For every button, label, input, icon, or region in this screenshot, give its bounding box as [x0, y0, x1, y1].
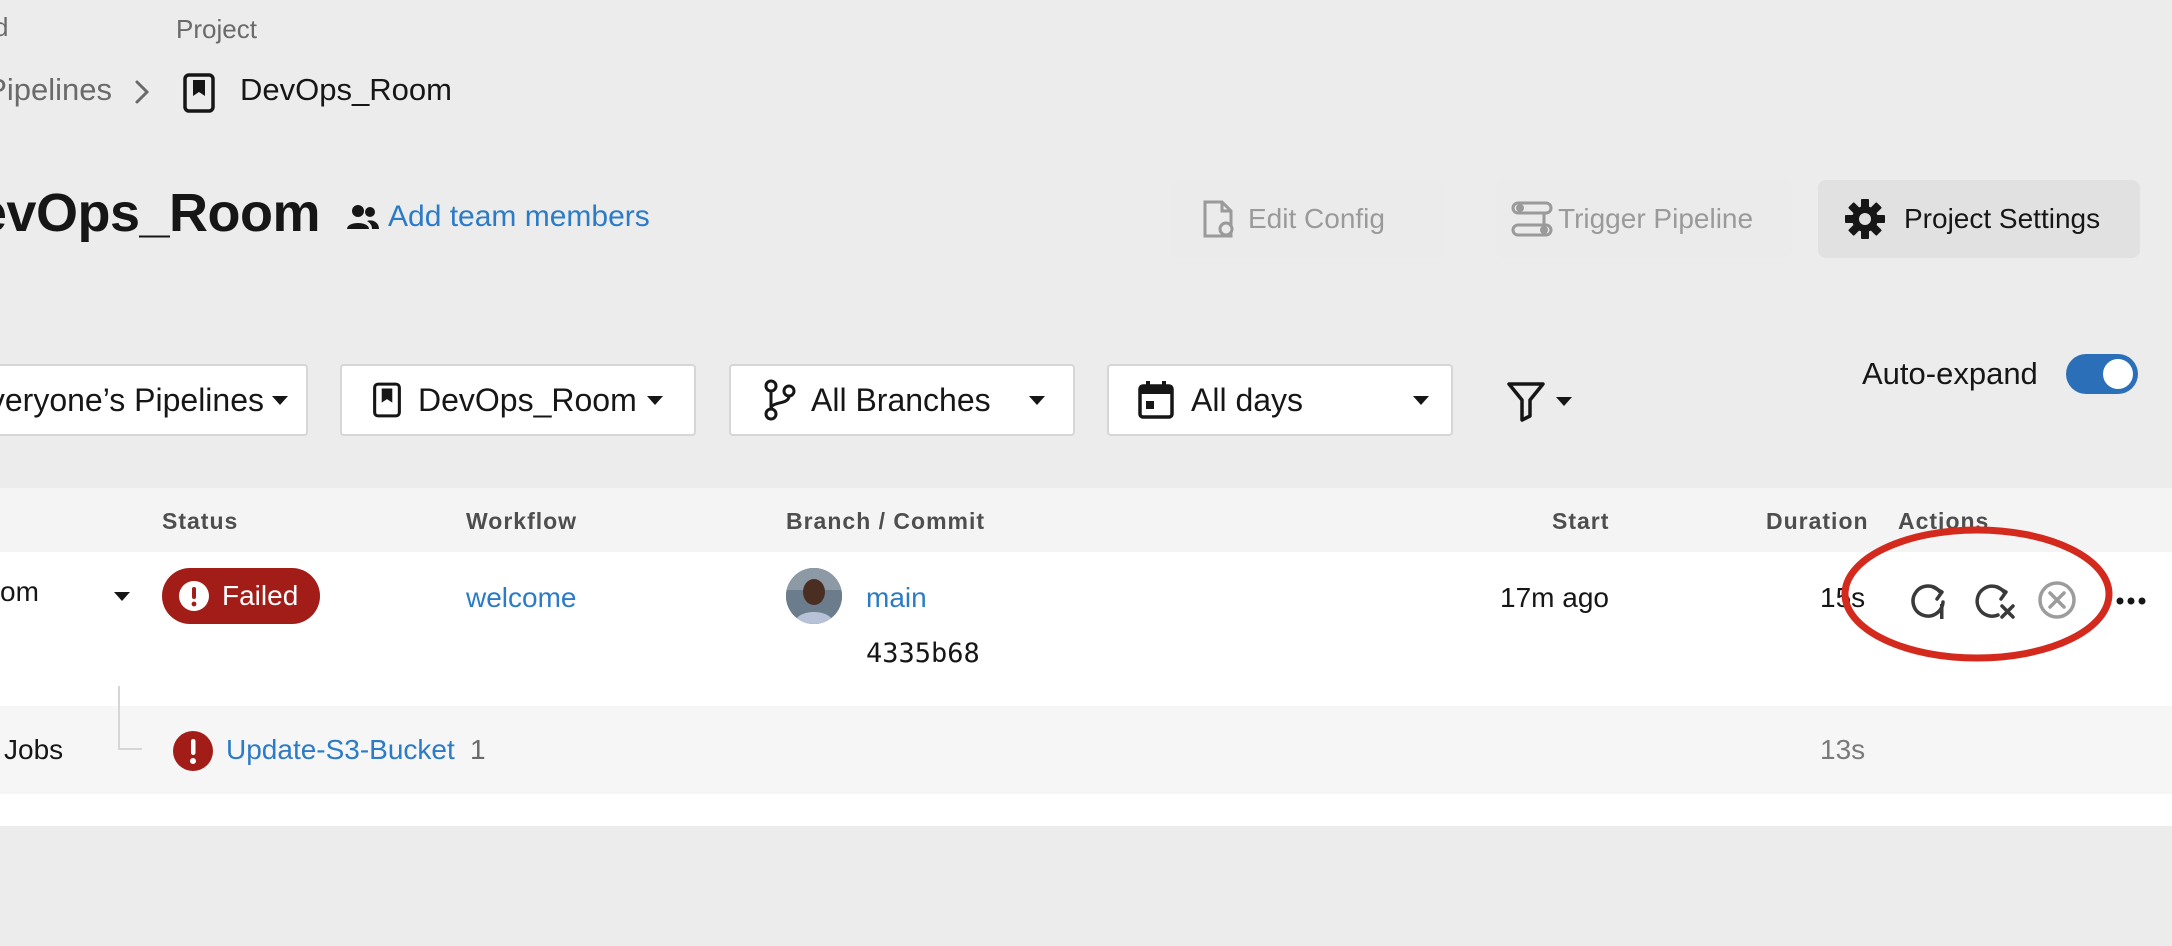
status-badge[interactable]: Failed [162, 568, 321, 624]
avatar [786, 568, 842, 624]
page-title: DevOps_Room [0, 183, 320, 243]
chevron-down-icon [1413, 395, 1430, 405]
advanced-filter-button[interactable] [1500, 370, 1582, 432]
trigger-pipeline-label: Trigger Pipeline [1558, 203, 1754, 234]
breadcrumb-pipelines-link[interactable]: Pipelines [0, 72, 114, 118]
project-filter-value: DevOps_Room [418, 381, 637, 418]
alert-icon [172, 730, 214, 772]
pipelines-filter-dropdown[interactable]: Everyone’s Pipelines [0, 364, 308, 436]
job-duration: 13s [1820, 734, 1866, 765]
alert-icon [178, 580, 210, 612]
commit-hash[interactable]: 4335b68 [866, 638, 980, 669]
breadcrumb-pipelines-text: Pipelines [0, 72, 112, 107]
breadcrumb-org-label: d [0, 12, 9, 42]
project-settings-button[interactable]: Project Settings [1818, 180, 2140, 258]
days-filter-dropdown[interactable]: All days [1107, 364, 1453, 436]
tree-connector [118, 686, 142, 750]
branch-icon [763, 379, 797, 421]
add-team-members-label: Add team members [388, 200, 650, 233]
auto-expand-toggle[interactable] [2066, 354, 2138, 394]
breadcrumb-project-label: Project [176, 14, 257, 44]
chevron-down-icon [646, 395, 663, 405]
workflow-link[interactable]: welcome [466, 582, 576, 614]
pipelines-filter-value: Everyone’s Pipelines [0, 381, 264, 418]
job-number: 1 [470, 734, 486, 765]
people-icon [346, 203, 380, 231]
filter-icon [1506, 380, 1546, 422]
project-filter-dropdown[interactable]: DevOps_Room [340, 364, 696, 436]
branch-link[interactable]: main [866, 582, 927, 614]
page-title-wrap: DevOps_Room [0, 182, 324, 252]
gear-icon [1844, 198, 1886, 240]
highlight-ring [1838, 522, 2116, 666]
status-label: Failed [222, 580, 299, 611]
header-status: Status [162, 508, 239, 534]
start-time: 17m ago [1500, 582, 1609, 613]
header-branch-commit: Branch / Commit [786, 508, 986, 534]
trigger-pipeline-icon [1510, 199, 1554, 239]
chevron-down-icon [1556, 396, 1572, 406]
breadcrumb-current: DevOps_Room [240, 72, 452, 107]
project-icon [372, 381, 402, 419]
chevron-down-icon [272, 395, 288, 405]
chevron-down-icon [1028, 395, 1045, 405]
calendar-icon [1137, 380, 1175, 420]
auto-expand-label: Auto-expand [1862, 356, 2038, 391]
expand-row-chevron-icon[interactable] [114, 592, 130, 601]
edit-config-label: Edit Config [1248, 203, 1385, 234]
trigger-pipeline-button[interactable]: Trigger Pipeline [1496, 180, 1792, 258]
days-filter-value: All days [1191, 381, 1304, 418]
chevron-right-icon [132, 78, 152, 106]
edit-config-icon [1202, 199, 1236, 239]
branches-filter-value: All Branches [811, 381, 991, 418]
header-start: Start [1552, 508, 1610, 534]
add-team-members-link[interactable]: Add team members [346, 200, 650, 234]
table-footer [0, 794, 2172, 826]
project-icon [182, 72, 216, 114]
edit-config-button[interactable]: Edit Config [1170, 180, 1444, 258]
job-link[interactable]: Update-S3-Bucket [226, 734, 455, 766]
jobs-row: Jobs Update-S3-Bucket 1 13s [0, 686, 2172, 794]
header-workflow: Workflow [466, 508, 578, 534]
pipeline-name[interactable]: om [0, 576, 39, 608]
branches-filter-dropdown[interactable]: All Branches [729, 364, 1075, 436]
more-icon[interactable] [2116, 596, 2146, 606]
jobs-label: Jobs [4, 734, 64, 765]
toggle-knob [2103, 359, 2133, 389]
project-settings-label: Project Settings [1904, 203, 2101, 234]
